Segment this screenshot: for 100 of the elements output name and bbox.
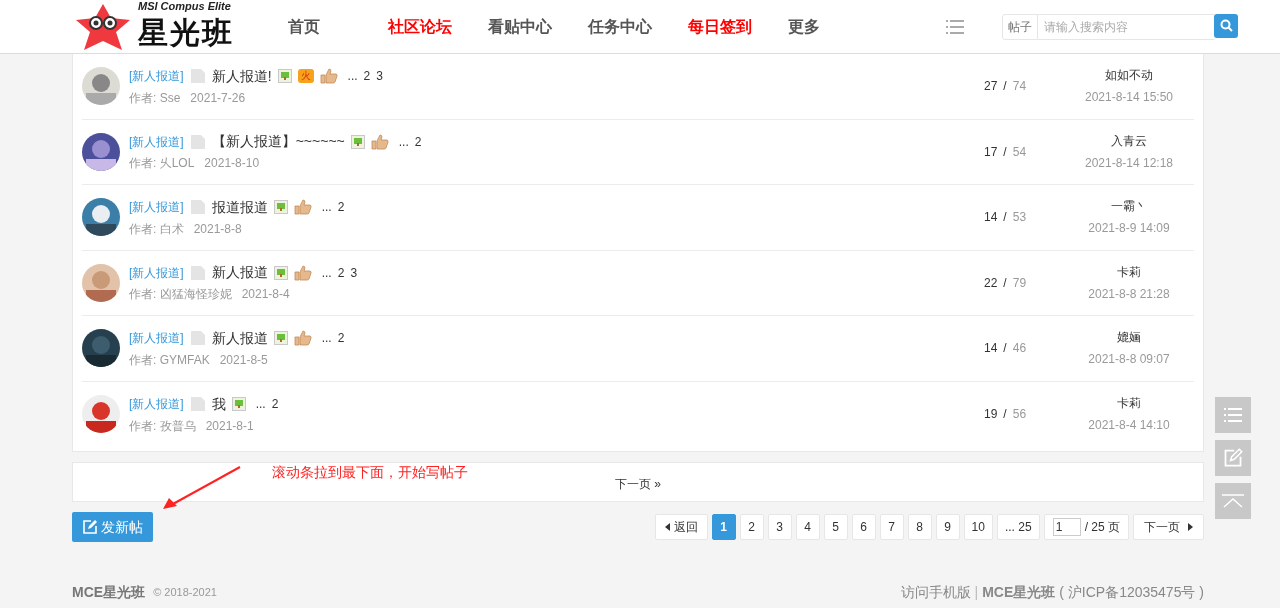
copyright: © 2018-2021 xyxy=(153,585,217,601)
page-button[interactable]: 2 xyxy=(739,514,764,540)
thread-page-link[interactable]: 2 xyxy=(337,263,345,282)
last-post-time: 2021-8-8 21:28 xyxy=(1088,285,1170,303)
thumbs-up-icon xyxy=(293,330,312,347)
edit-icon xyxy=(82,519,98,535)
thread-date: 2021-8-8 xyxy=(193,220,242,238)
icp-number: ( 沪ICP备12035475号 ) xyxy=(1059,583,1204,602)
count-separator: / xyxy=(1003,209,1007,227)
page-ellipsis: ... xyxy=(398,133,409,151)
thread-date: 2021-7-26 xyxy=(190,89,246,107)
last-poster[interactable]: 如如不动 xyxy=(1105,66,1153,85)
back-to-top-button[interactable] xyxy=(1215,483,1251,519)
nav-link[interactable]: 首页 xyxy=(288,14,388,39)
list-icon xyxy=(1224,407,1242,423)
page-button[interactable]: 3 xyxy=(767,514,792,540)
page-total: / 25 页 xyxy=(1084,519,1120,536)
thread-date: 2021-8-10 xyxy=(204,155,260,173)
last-poster[interactable]: 卡莉 xyxy=(1117,262,1141,281)
page-button[interactable]: 10 xyxy=(963,514,993,540)
search-field[interactable]: 请输入搜索内容 xyxy=(1038,13,1214,40)
thread-title[interactable]: 新人报道 xyxy=(211,327,268,349)
list-view-button[interactable] xyxy=(1215,397,1251,433)
nav-link[interactable]: 看贴中心 xyxy=(488,14,588,39)
thread-author: 作者: 乆LOL xyxy=(129,155,195,173)
reply-count: 19 xyxy=(984,406,998,424)
thread-title[interactable]: 【新人报道】~~~~~~ xyxy=(211,131,345,153)
count-separator: / xyxy=(1003,340,1007,358)
left-caret-icon xyxy=(664,523,670,531)
next-page-button[interactable]: 下一页 xyxy=(1133,514,1204,540)
write-post-button[interactable] xyxy=(1215,440,1251,476)
page-number-field[interactable]: 1 xyxy=(1052,518,1081,536)
nav-link[interactable]: 任务中心 xyxy=(588,14,688,39)
logo-title: 星光班 xyxy=(138,18,234,48)
thread-date: 2021-8-1 xyxy=(205,417,254,435)
thread-author: 作者: Sse xyxy=(129,89,181,107)
thread-title[interactable]: 新人报道 xyxy=(211,262,268,284)
last-poster[interactable]: 一霸丶 xyxy=(1111,197,1147,216)
thread-date: 2021-8-4 xyxy=(241,286,290,304)
last-poster[interactable]: 媲婳 xyxy=(1117,328,1141,347)
document-icon xyxy=(189,330,206,347)
back-button[interactable]: 返回 xyxy=(654,514,708,540)
reply-count: 14 xyxy=(984,209,998,227)
thread-title[interactable]: 新人报道! xyxy=(211,65,272,87)
last-post-time: 2021-8-14 15:50 xyxy=(1084,89,1174,107)
view-count: 46 xyxy=(1012,340,1027,358)
page-button[interactable]: ... 25 xyxy=(996,514,1040,540)
page-button[interactable]: 5 xyxy=(823,514,848,540)
count-separator: / xyxy=(1003,274,1007,292)
view-count: 74 xyxy=(1012,78,1027,96)
reply-count: 14 xyxy=(984,340,998,358)
document-icon xyxy=(189,133,206,150)
thread-page-link[interactable]: 2 xyxy=(337,198,345,217)
last-post-time: 2021-8-4 14:10 xyxy=(1088,417,1170,435)
thread-author: 作者: 白术 xyxy=(129,220,184,238)
thumbs-up-icon xyxy=(293,199,312,216)
reply-count: 27 xyxy=(984,78,998,96)
search-scope: 帖子 xyxy=(1002,13,1038,40)
image-icon xyxy=(231,397,246,412)
document-icon xyxy=(189,264,206,281)
image-icon xyxy=(277,69,292,84)
nav-link[interactable]: 每日签到 xyxy=(688,14,788,39)
view-count: 53 xyxy=(1012,209,1027,227)
footer-brand: MCE星光班 xyxy=(72,583,146,602)
thread-title[interactable]: 我 xyxy=(211,393,226,415)
count-separator: / xyxy=(1003,143,1007,161)
page-button[interactable]: 9 xyxy=(935,514,960,540)
thread-date: 2021-8-5 xyxy=(219,351,268,369)
thread-author: 作者: 凶猛海怪珍妮 xyxy=(129,286,232,304)
page-ellipsis: ... xyxy=(347,68,358,86)
thread-title[interactable]: 报道报道 xyxy=(211,196,268,218)
search-button[interactable] xyxy=(1214,13,1238,38)
page-button[interactable]: 4 xyxy=(795,514,820,540)
thread-page-link[interactable]: 2 xyxy=(363,67,371,86)
menu-icon[interactable] xyxy=(946,18,964,35)
last-poster[interactable]: 入青云 xyxy=(1111,131,1147,150)
nav-link[interactable]: 社区论坛 xyxy=(388,14,488,39)
page-button[interactable]: 8 xyxy=(907,514,932,540)
document-icon xyxy=(189,68,206,85)
reply-count: 17 xyxy=(984,143,998,161)
page-ellipsis: ... xyxy=(321,264,332,282)
thread-page-link[interactable]: 2 xyxy=(337,329,345,348)
search-icon xyxy=(1219,19,1233,32)
reply-count: 22 xyxy=(984,274,998,292)
thread-page-link[interactable]: 3 xyxy=(376,67,383,86)
image-icon xyxy=(273,200,288,215)
thread-page-link[interactable]: 2 xyxy=(414,132,422,151)
count-separator: / xyxy=(1003,406,1007,424)
thread-author: 作者: 孜普乌 xyxy=(129,417,196,435)
page-button[interactable]: 7 xyxy=(879,514,904,540)
thread-author: 作者: GYMFAK xyxy=(129,351,210,369)
page-button[interactable]: 6 xyxy=(851,514,876,540)
next-page-link[interactable]: 下一页 » xyxy=(615,475,661,493)
last-poster[interactable]: 卡莉 xyxy=(1117,394,1141,413)
thread-page-link[interactable]: 3 xyxy=(350,263,358,282)
hot-badge: 火 xyxy=(297,69,314,84)
image-icon xyxy=(273,265,288,280)
nav-link[interactable]: 更多 xyxy=(788,14,888,39)
thread-page-link[interactable]: 2 xyxy=(271,395,279,414)
edit-icon xyxy=(1223,448,1243,468)
